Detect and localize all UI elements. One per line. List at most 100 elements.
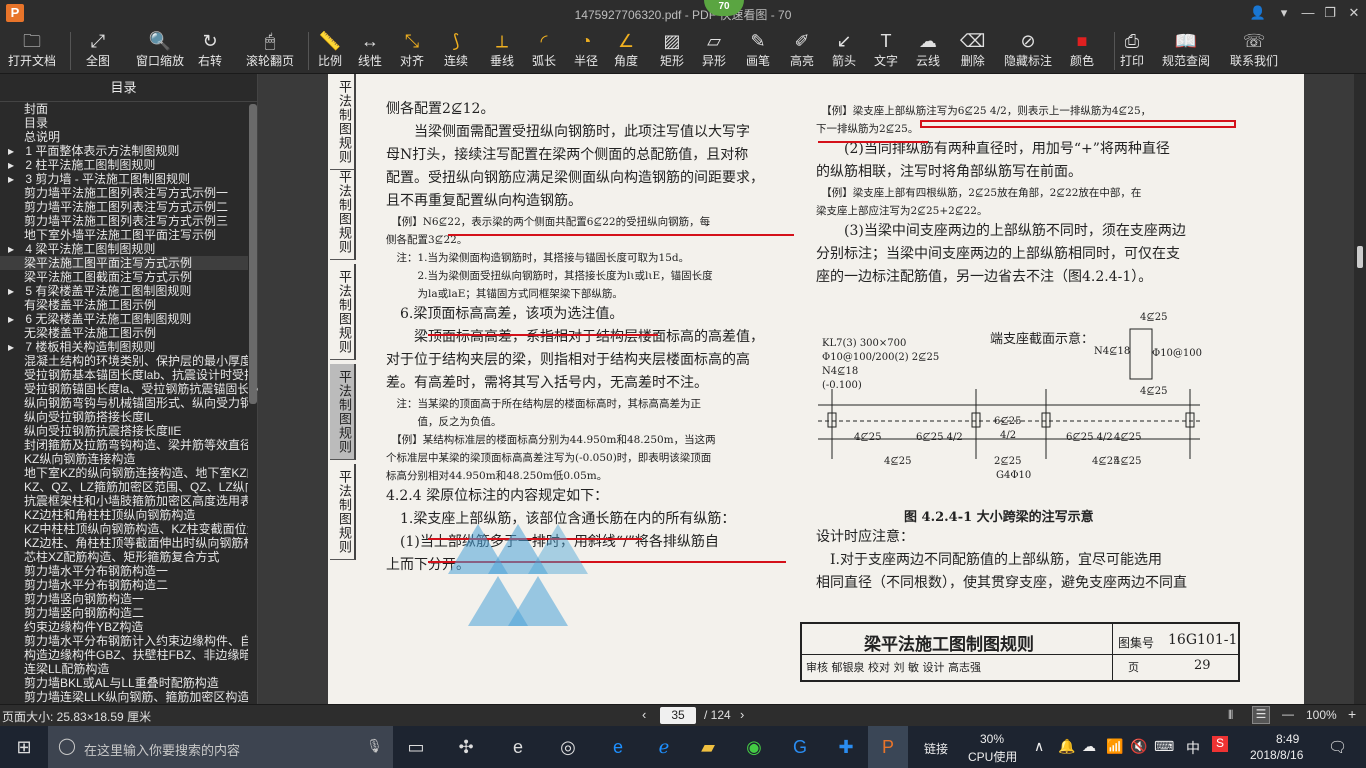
toc-item[interactable]: KZ中柱柱顶纵向钢筋构造、KZ柱变截面位置 <box>0 522 248 536</box>
fan-app-icon[interactable]: ✣ <box>448 732 484 762</box>
edge-icon[interactable]: e <box>600 732 636 762</box>
toc-item[interactable]: 剪力墙平法施工图列表注写方式示例二 <box>0 200 248 214</box>
toc-item[interactable]: 剪力墙水平分布钢筋构造一 <box>0 564 248 578</box>
arc-button[interactable]: ◜ 弧长 <box>532 28 556 72</box>
expand-arrow-icon[interactable]: ▸ <box>8 242 17 256</box>
toc-item[interactable]: 无梁楼盖平法施工图示例 <box>0 326 248 340</box>
toc-item[interactable]: 目录 <box>0 116 248 130</box>
toc-item[interactable]: 构造边缘构件GBZ、扶壁柱FBZ、非边缘暗柱 <box>0 648 248 662</box>
toc-item[interactable]: 受拉钢筋基本锚固长度lab、抗震设计时受拉 <box>0 368 248 382</box>
radius-button[interactable]: ◔ 半径 <box>574 28 598 72</box>
toc-item[interactable]: 受拉钢筋锚固长度la、受拉钢筋抗震锚固长 <box>0 382 248 396</box>
angle-button[interactable]: ∠ 角度 <box>614 28 638 72</box>
toc-item[interactable]: 抗震框架柱和小墙肢箍筋加密区高度选用表 <box>0 494 248 508</box>
close-button[interactable]: ✕ <box>1344 4 1364 22</box>
notification-bell-icon[interactable]: 🔔 <box>1058 738 1075 755</box>
chevron-up-icon[interactable]: ∧ <box>1034 738 1044 755</box>
highlight-button[interactable]: ✐ 高亮 <box>790 28 814 72</box>
toc-item[interactable]: ▸ 6 无梁楼盖平法施工图制图规则 <box>0 312 248 326</box>
link-label[interactable]: 链接 <box>924 740 948 757</box>
clock-date[interactable]: 2018/8/16 <box>1250 748 1303 762</box>
toc-item[interactable]: 剪力墙平法施工图列表注写方式示例一 <box>0 186 248 200</box>
toc-item[interactable]: 地下室KZ的纵向钢筋连接构造、地下室KZ的 <box>0 466 248 480</box>
rectangle-button[interactable]: ▨ 矩形 <box>660 28 684 72</box>
toc-item[interactable]: 剪力墙连梁LLK纵向钢筋、箍筋加密区构造 <box>0 690 248 704</box>
expand-arrow-icon[interactable]: ▸ <box>8 284 17 298</box>
pen-button[interactable]: ✎ 画笔 <box>746 28 770 72</box>
restore-button[interactable]: ❐ <box>1320 4 1340 22</box>
ruler-button[interactable]: 📏 比例 <box>318 28 342 72</box>
toc-item[interactable]: ▸ 3 剪力墙 - 平法施工图制图规则 <box>0 172 248 186</box>
search-box[interactable]: ◯ 在这里输入你要搜索的内容 🎙 <box>48 726 393 768</box>
task-view-icon[interactable]: ▭ <box>398 732 434 762</box>
hide-button[interactable]: ⊘ 隐藏标注 <box>1004 28 1052 72</box>
toc-item[interactable]: 梁平法施工图截面注写方式示例 <box>0 270 248 284</box>
zoom-level[interactable]: 100% <box>1306 708 1337 722</box>
expand-arrow-icon[interactable]: ▸ <box>8 172 17 186</box>
continuous-button[interactable]: ⟆ 连续 <box>444 28 468 72</box>
eraser-button[interactable]: ⌫ 删除 <box>960 28 985 72</box>
toc-item[interactable]: ▸ 5 有梁楼盖平法施工图制图规则 <box>0 284 248 298</box>
polygon-button[interactable]: ▱ 异形 <box>702 28 726 72</box>
toc-item[interactable]: 剪力墙BKL或AL与LL重叠时配筋构造 <box>0 676 248 690</box>
page-number-input[interactable]: 35 <box>660 707 696 724</box>
toc-item[interactable]: 剪力墙竖向钢筋构造二 <box>0 606 248 620</box>
keyboard-icon[interactable]: ⌨ <box>1154 738 1174 755</box>
toc-item[interactable]: 纵向钢筋弯钩与机械锚固形式、纵向受力钢 <box>0 396 248 410</box>
next-page-icon[interactable]: › <box>740 707 744 722</box>
toc-item[interactable]: KZ边柱和角柱柱顶纵向钢筋构造 <box>0 508 248 522</box>
text-button[interactable]: T 文字 <box>874 28 898 72</box>
expand-arrow-icon[interactable]: ▸ <box>8 158 17 172</box>
network-icon[interactable]: 📶 <box>1106 738 1123 755</box>
toc-item[interactable]: ▸ 2 柱平法施工图制图规则 <box>0 158 248 172</box>
zoom-in-icon[interactable]: + <box>1348 706 1356 722</box>
user-icon[interactable]: 👤 <box>1248 4 1268 22</box>
volume-icon[interactable]: 🔇 <box>1130 738 1147 755</box>
toc-item[interactable]: 地下室外墙平法施工图平面注写示例 <box>0 228 248 242</box>
mouse-button[interactable]: 🖱 滚轮翻页 <box>246 28 294 72</box>
single-page-icon[interactable]: ⦀ <box>1228 708 1233 723</box>
toc-item[interactable]: 总说明 <box>0 130 248 144</box>
book-button[interactable]: 📖 规范查阅 <box>1162 28 1210 72</box>
toc-item[interactable]: 纵向受拉钢筋抗震搭接长度llE <box>0 424 248 438</box>
toc-item[interactable]: 剪力墙平法施工图列表注写方式示例三 <box>0 214 248 228</box>
windows-start-icon[interactable]: ⊞ <box>6 732 42 762</box>
toc-item[interactable]: 芯柱XZ配筋构造、矩形箍筋复合方式 <box>0 550 248 564</box>
file-explorer-icon[interactable]: ▰ <box>690 732 726 762</box>
pdf-page[interactable]: 平法制图规则 平法制图规则 平法制图规则 平法制图规则 平法制图规则 侧各配置2⊈12。… <box>328 74 1304 704</box>
toc-item[interactable]: ▸ 7 楼板相关构造制图规则 <box>0 340 248 354</box>
printer-button[interactable]: ⎙ 打印 <box>1120 28 1144 72</box>
toc-item[interactable]: 连梁LL配筋构造 <box>0 662 248 676</box>
toc-item[interactable]: 有梁楼盖平法施工图示例 <box>0 298 248 312</box>
sidebar-scrollbar[interactable] <box>249 104 257 404</box>
cloud-icon[interactable]: ☁ <box>1082 738 1096 755</box>
continuous-page-icon[interactable]: ☰ <box>1252 706 1270 724</box>
zoom-button[interactable]: 🔍 窗口缩放 <box>136 28 184 72</box>
toc-item[interactable]: KZ纵向钢筋连接构造 <box>0 452 248 466</box>
contact-button[interactable]: ☏ 联系我们 <box>1230 28 1278 72</box>
toc-item[interactable]: 约束边缘构件YBZ构造 <box>0 620 248 634</box>
fullscreen-button[interactable]: ⤢ 全图 <box>86 28 110 72</box>
document-viewer[interactable]: 平法制图规则 平法制图规则 平法制图规则 平法制图规则 平法制图规则 侧各配置2⊈12。… <box>258 74 1354 704</box>
toc-item[interactable]: 封闭箍筋及拉筋弯钩构造、梁并筋等效直径 <box>0 438 248 452</box>
action-center-icon[interactable]: 🗨 <box>1328 738 1347 756</box>
vertical-scrollbar[interactable] <box>1354 74 1366 704</box>
toc-item[interactable]: 封面 <box>0 102 248 116</box>
zoom-out-icon[interactable]: — <box>1282 707 1294 721</box>
menu-icon[interactable]: ▾ <box>1274 4 1294 22</box>
pdf-viewer-taskbar-icon[interactable]: P <box>868 726 908 768</box>
expand-arrow-icon[interactable]: ▸ <box>8 340 17 354</box>
ie-icon[interactable]: e <box>500 732 536 762</box>
toc-item[interactable]: 混凝土结构的环境类别、保护层的最小厚度 <box>0 354 248 368</box>
align-button[interactable]: ⤡ 对齐 <box>400 28 424 72</box>
microphone-icon[interactable]: 🎙 <box>366 738 383 754</box>
ie-blue-icon[interactable]: ℯ <box>646 732 682 762</box>
toc-item[interactable]: 剪力墙水平分布钢筋构造二 <box>0 578 248 592</box>
scroll-thumb[interactable] <box>1357 246 1363 268</box>
plus-app-icon[interactable]: ✚ <box>828 732 864 762</box>
ime-indicator[interactable]: 中 <box>1186 738 1200 758</box>
sogou-icon[interactable]: S <box>1212 736 1228 752</box>
expand-arrow-icon[interactable]: ▸ <box>8 144 17 158</box>
clock-time[interactable]: 8:49 <box>1276 732 1299 746</box>
g-app-icon[interactable]: G <box>782 732 818 762</box>
